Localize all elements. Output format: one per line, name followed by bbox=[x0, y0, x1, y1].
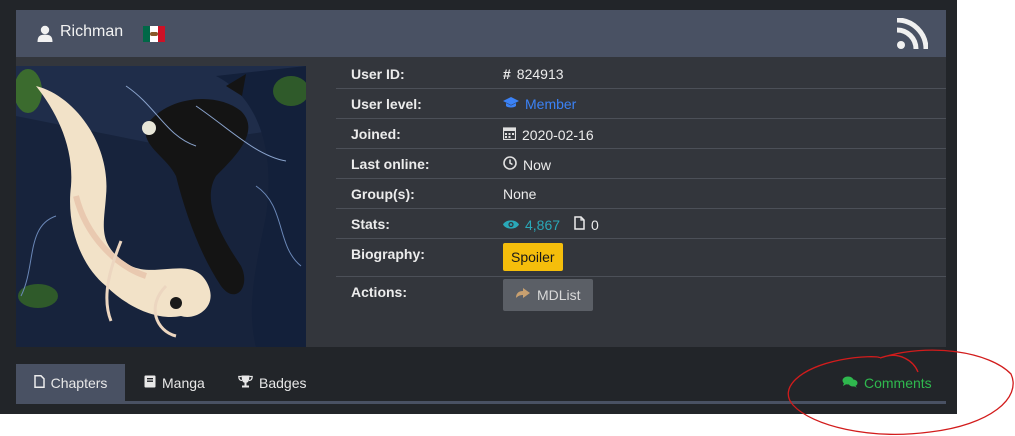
profile-tabs: Chapters Manga Badges Comments bbox=[16, 364, 946, 401]
chapters-count: 0 bbox=[591, 216, 599, 233]
info-row-groups: Group(s): None bbox=[336, 179, 946, 209]
file-icon bbox=[33, 374, 45, 391]
info-row-actions: Actions: MDList bbox=[336, 277, 946, 320]
mdlist-icon bbox=[515, 287, 531, 303]
calendar-icon bbox=[502, 126, 517, 143]
views-count: 4,867 bbox=[525, 216, 561, 233]
info-row-user-id: User ID: # 824913 bbox=[336, 59, 946, 89]
user-level-link[interactable]: Member bbox=[525, 96, 576, 112]
joined-value: 2020-02-16 bbox=[522, 126, 594, 143]
tabs-underline bbox=[16, 401, 946, 404]
graduation-cap-icon bbox=[503, 96, 519, 112]
spoiler-button[interactable]: Spoiler bbox=[503, 243, 563, 271]
tab-chapters-label: Chapters bbox=[50, 374, 108, 391]
trophy-icon bbox=[238, 375, 253, 391]
username[interactable]: Richman bbox=[60, 23, 123, 41]
rss-feed-icon[interactable] bbox=[896, 17, 929, 55]
tab-comments[interactable]: Comments bbox=[842, 364, 932, 401]
info-row-last-online: Last online: Now bbox=[336, 149, 946, 179]
tab-manga[interactable]: Manga bbox=[144, 364, 205, 401]
mdlist-button[interactable]: MDList bbox=[503, 279, 593, 311]
last-online-value: Now bbox=[523, 156, 552, 173]
info-row-user-level: User level: Member bbox=[336, 89, 946, 119]
book-icon bbox=[144, 375, 156, 391]
clock-icon bbox=[503, 156, 517, 173]
eye-icon bbox=[503, 217, 519, 233]
tab-badges-label: Badges bbox=[259, 374, 307, 391]
groups-value: None bbox=[503, 186, 537, 202]
file-icon bbox=[574, 216, 585, 233]
profile-header: Richman bbox=[16, 10, 946, 57]
last-online-label: Last online: bbox=[351, 156, 430, 172]
stats-label: Stats: bbox=[351, 216, 390, 232]
avatar[interactable] bbox=[16, 66, 306, 347]
user-icon bbox=[37, 25, 53, 47]
mdlist-label: MDList bbox=[537, 287, 581, 303]
tab-chapters[interactable]: Chapters bbox=[16, 364, 125, 401]
profile-body: User ID: # 824913 User level: Member Joi… bbox=[16, 57, 946, 347]
tab-manga-label: Manga bbox=[162, 374, 205, 391]
info-row-stats: Stats: 4,867 0 bbox=[336, 209, 946, 239]
tab-comments-label: Comments bbox=[864, 374, 932, 391]
actions-label: Actions: bbox=[351, 284, 407, 300]
hash-icon: # bbox=[503, 66, 511, 82]
profile-panel: Richman User ID: # 824913 User level: Me… bbox=[0, 0, 957, 414]
mexico-flag-icon bbox=[143, 26, 165, 42]
biography-label: Biography: bbox=[351, 246, 425, 262]
user-level-label: User level: bbox=[351, 96, 422, 112]
info-row-biography: Biography: Spoiler bbox=[336, 239, 946, 277]
user-id-label: User ID: bbox=[351, 66, 405, 82]
info-row-joined: Joined: 2020-02-16 bbox=[336, 119, 946, 149]
groups-label: Group(s): bbox=[351, 186, 415, 202]
comments-icon bbox=[842, 375, 858, 391]
joined-label: Joined: bbox=[351, 126, 401, 142]
tab-badges[interactable]: Badges bbox=[238, 364, 306, 401]
user-id-value: 824913 bbox=[516, 66, 564, 82]
